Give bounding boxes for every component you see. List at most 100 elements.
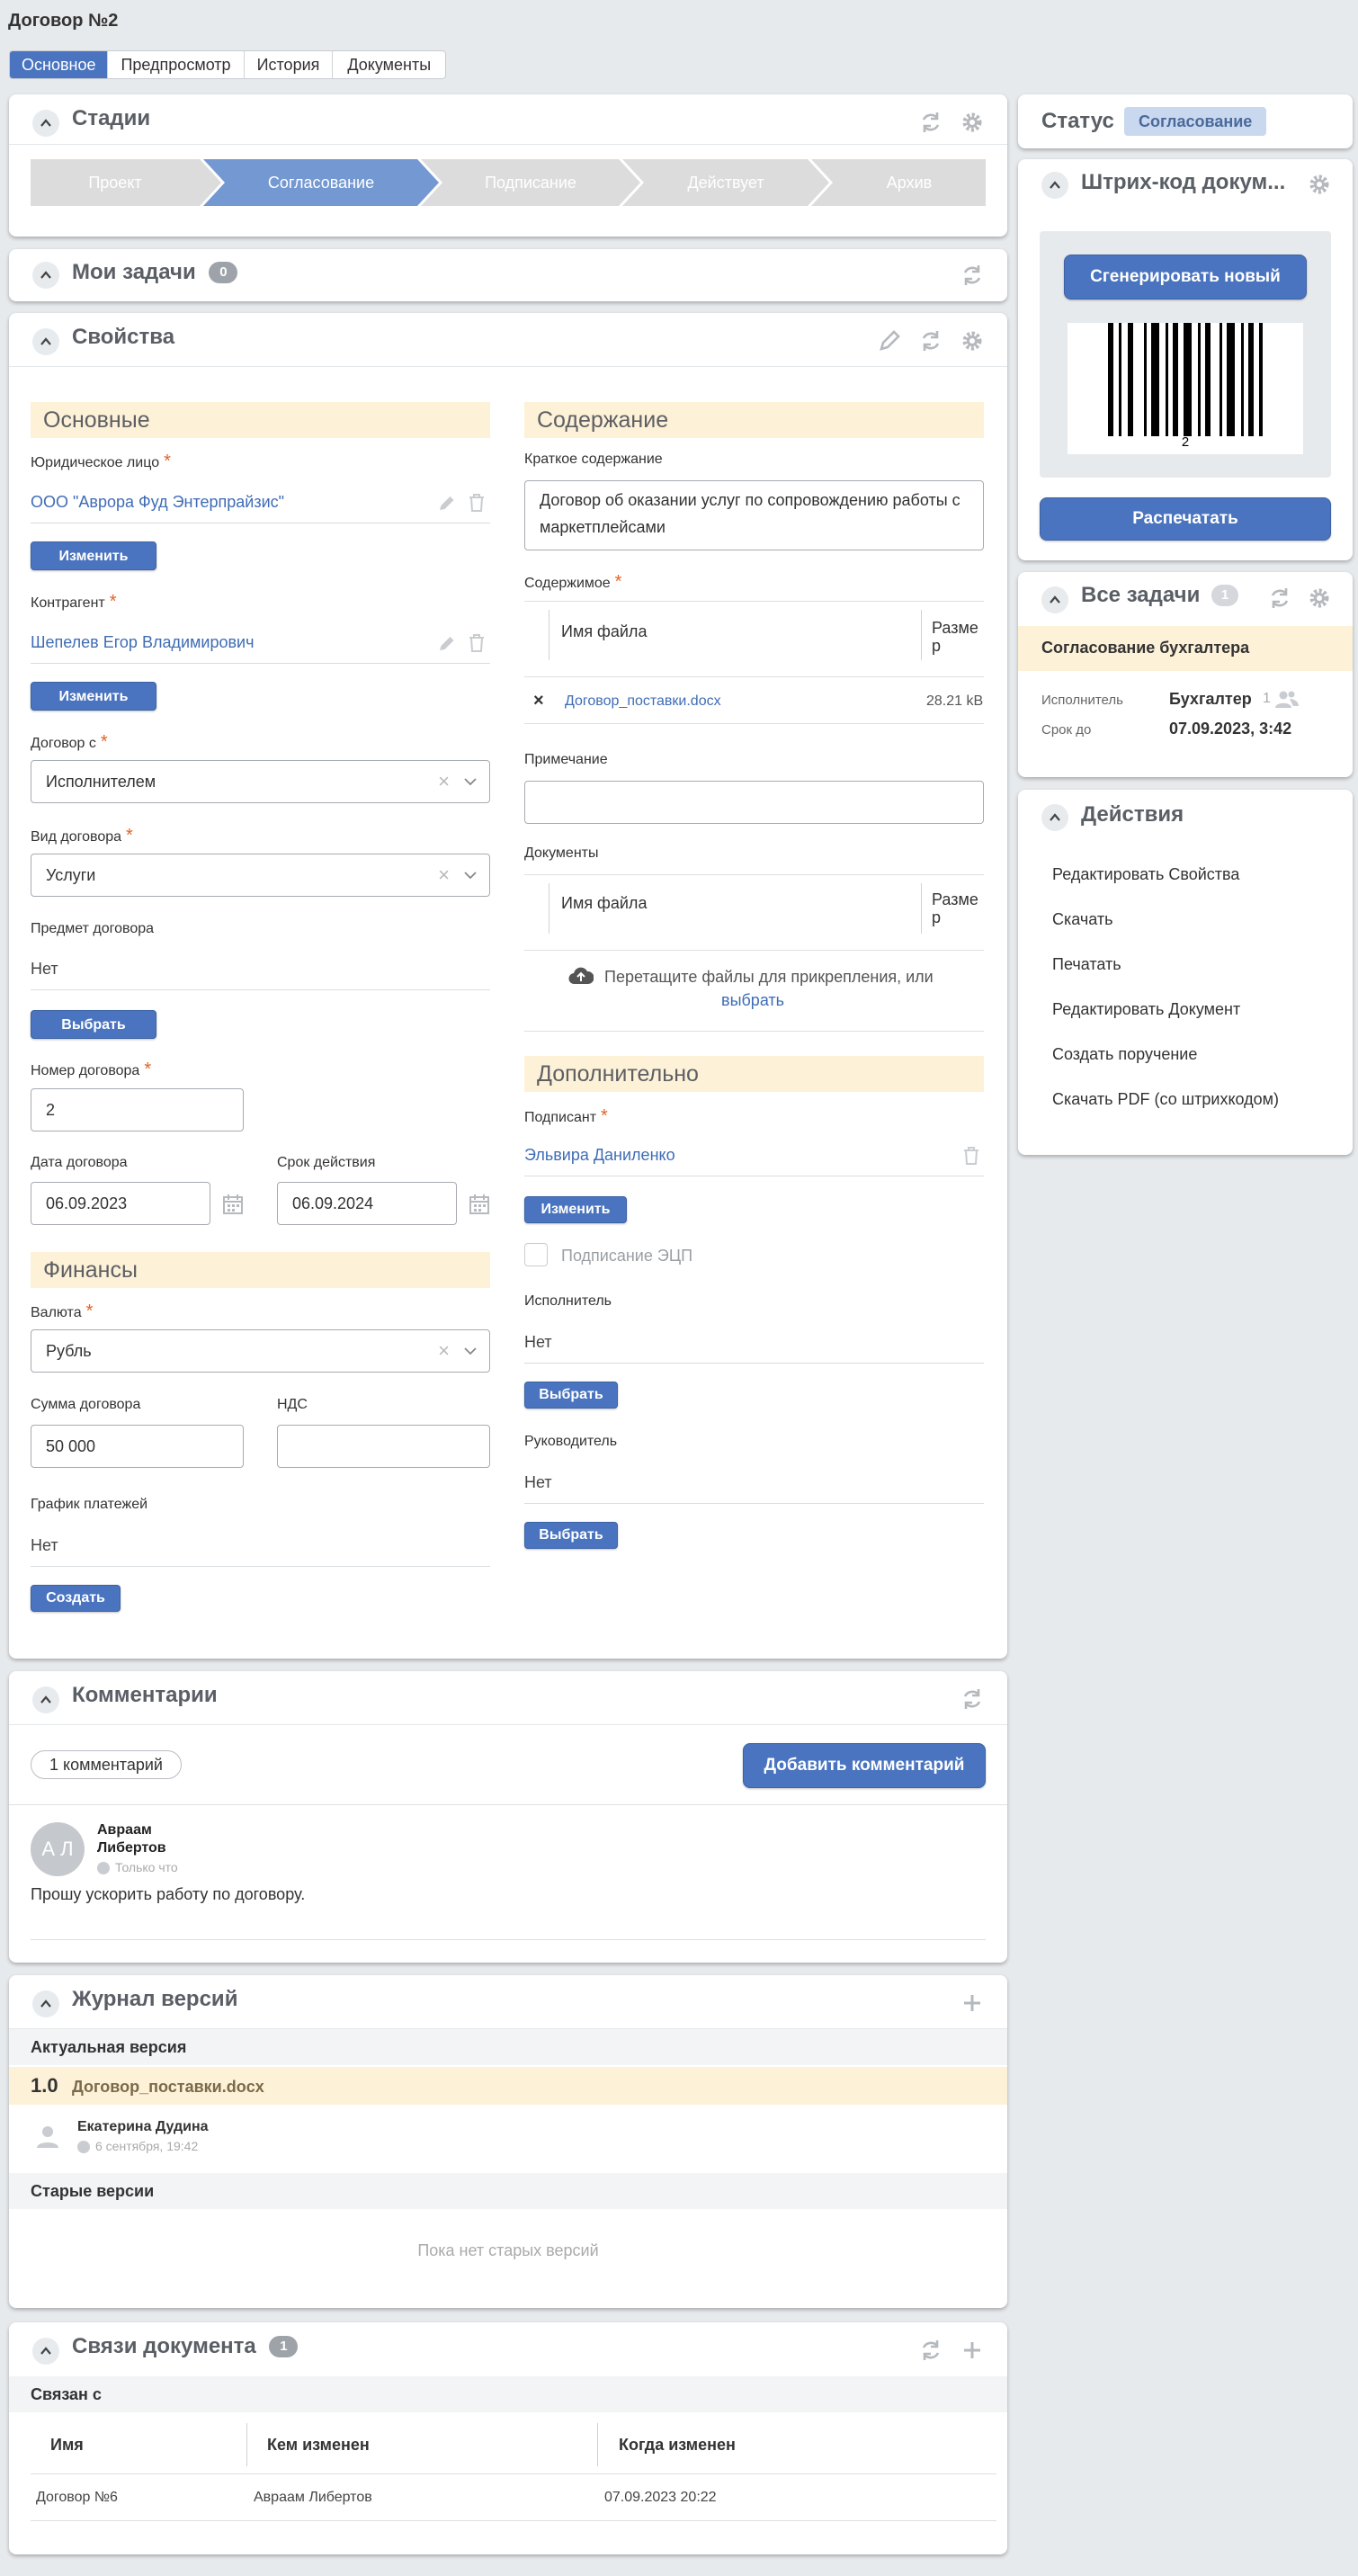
tab-history[interactable]: История [243, 51, 333, 78]
collapse-toggle[interactable] [1041, 172, 1068, 199]
version-number: 1.0 [31, 2074, 58, 2097]
collapse-toggle[interactable] [32, 1686, 59, 1713]
vat-input[interactable] [277, 1425, 490, 1468]
refresh-icon[interactable] [917, 327, 944, 354]
executor-label: Исполнитель [524, 1293, 612, 1309]
clear-icon[interactable]: × [438, 1330, 450, 1372]
collapse-toggle[interactable] [32, 2338, 59, 2365]
action-edit-properties[interactable]: Редактировать Свойства [1052, 865, 1239, 884]
tab-bar: Основное Предпросмотр История Документы [9, 50, 447, 79]
contract-with-value: Исполнителем [46, 773, 156, 791]
column-name: Имя [50, 2436, 84, 2454]
refresh-icon[interactable] [917, 109, 944, 136]
versions-header: Журнал версий [9, 1975, 1007, 2029]
calendar-icon[interactable] [221, 1193, 245, 1216]
summary-textarea[interactable]: Договор об оказании услуг по сопровожден… [524, 480, 984, 550]
links-panel: Связи документа 1 Связан с Имя Кем измен… [9, 2322, 1007, 2554]
stages-header: Стадии [9, 94, 1007, 145]
calendar-icon[interactable] [468, 1193, 491, 1216]
user-icon [37, 2126, 58, 2148]
refresh-icon[interactable] [917, 2337, 944, 2364]
plus-icon[interactable] [959, 2337, 986, 2364]
print-barcode-button[interactable]: Распечатать [1040, 497, 1331, 541]
remove-file-icon[interactable]: × [533, 691, 544, 711]
legal-entity-link[interactable]: ООО "Аврора Фуд Энтерпрайзис" [31, 493, 284, 511]
chevron-up-icon [40, 337, 51, 345]
trash-icon[interactable] [962, 1146, 980, 1166]
collapse-toggle[interactable] [1041, 586, 1068, 613]
plus-icon[interactable] [959, 1990, 986, 2017]
tab-main[interactable]: Основное [10, 51, 108, 78]
pencil-icon[interactable] [876, 327, 903, 354]
clear-icon[interactable]: × [438, 761, 450, 802]
gear-icon[interactable] [959, 327, 986, 354]
contract-date-input[interactable]: 06.09.2023 [31, 1182, 210, 1225]
chevron-up-icon [40, 1999, 51, 2008]
comment-author-first: Авраам [97, 1822, 152, 1838]
valid-until-input[interactable]: 06.09.2024 [277, 1182, 457, 1225]
change-legal-entity-button[interactable]: Изменить [31, 541, 156, 570]
versions-panel: Журнал версий Актуальная версия 1.0 Дого… [9, 1975, 1007, 2308]
eds-checkbox[interactable] [524, 1243, 548, 1266]
trash-icon[interactable] [468, 633, 486, 653]
task-due-value: 07.09.2023, 3:42 [1169, 720, 1292, 738]
contract-number-input[interactable]: 2 [31, 1088, 244, 1131]
version-file[interactable]: Договор_поставки.docx [72, 2078, 264, 2097]
status-badge: Согласование [1124, 107, 1267, 136]
chevron-down-icon [464, 778, 477, 786]
action-edit-document[interactable]: Редактировать Документ [1052, 1000, 1240, 1019]
select-executor-button[interactable]: Выбрать [524, 1382, 618, 1409]
action-create-assignment[interactable]: Создать поручение [1052, 1045, 1197, 1064]
counterparty-link[interactable]: Шепелев Егор Владимирович [31, 633, 254, 651]
comment-time: Только что [115, 1860, 178, 1874]
gear-icon[interactable] [959, 109, 986, 136]
task-title[interactable]: Согласование бухгалтера [1041, 639, 1249, 657]
contract-type-select[interactable]: Услуги × [31, 854, 490, 897]
collapse-toggle[interactable] [32, 1990, 59, 2017]
pencil-icon[interactable] [437, 493, 457, 513]
add-comment-button[interactable]: Добавить комментарий [743, 1743, 986, 1788]
collapse-toggle[interactable] [32, 110, 59, 137]
refresh-icon[interactable] [959, 1686, 986, 1713]
collapse-toggle[interactable] [1041, 804, 1068, 831]
tab-preview[interactable]: Предпросмотр [107, 51, 243, 78]
properties-panel: Свойства Основные Юридическое лицо * ООО … [9, 313, 1007, 1659]
gear-icon[interactable] [1306, 585, 1333, 612]
select-manager-button[interactable]: Выбрать [524, 1522, 618, 1549]
gear-icon[interactable] [1306, 171, 1333, 198]
signer-link[interactable]: Эльвира Даниленко [524, 1146, 675, 1164]
create-schedule-button[interactable]: Создать [31, 1585, 121, 1612]
stage-label: Проект [88, 174, 142, 192]
trash-icon[interactable] [468, 493, 486, 513]
change-signer-button[interactable]: Изменить [524, 1196, 627, 1223]
link-row-name[interactable]: Договор №6 [36, 2490, 118, 2506]
stage-label: Согласование [267, 174, 375, 192]
clear-icon[interactable]: × [438, 854, 450, 896]
file-link[interactable]: Договор_поставки.docx [565, 693, 721, 710]
drop-zone-select-link[interactable]: выбрать [721, 991, 784, 1010]
currency-select[interactable]: Рубль × [31, 1329, 490, 1373]
collapse-toggle[interactable] [32, 262, 59, 289]
action-download-pdf[interactable]: Скачать PDF (со штрихкодом) [1052, 1090, 1279, 1109]
action-print[interactable]: Печатать [1052, 955, 1121, 974]
amount-input[interactable]: 50 000 [31, 1425, 244, 1468]
chevron-down-icon [464, 872, 477, 880]
change-counterparty-button[interactable]: Изменить [31, 682, 156, 711]
task-due-label: Срок до [1041, 722, 1092, 738]
all-tasks-header: Все задачи 1 [1018, 572, 1353, 626]
select-subject-button[interactable]: Выбрать [31, 1010, 156, 1039]
avatar: А Л [31, 1822, 85, 1876]
tab-documents[interactable]: Документы [332, 51, 445, 78]
barcode-header: Штрих-код докум... [1018, 159, 1353, 210]
note-textarea[interactable] [524, 781, 984, 824]
required-star: * [614, 572, 622, 592]
contract-with-select[interactable]: Исполнителем × [31, 760, 490, 803]
contract-type-value: Услуги [46, 866, 96, 884]
pencil-icon[interactable] [437, 633, 457, 653]
refresh-icon[interactable] [959, 262, 986, 289]
action-download[interactable]: Скачать [1052, 910, 1113, 929]
refresh-icon[interactable] [1266, 585, 1293, 612]
generate-barcode-button[interactable]: Сгенерировать новый [1064, 255, 1307, 300]
column-changed-at: Когда изменен [619, 2436, 736, 2454]
collapse-toggle[interactable] [32, 328, 59, 355]
